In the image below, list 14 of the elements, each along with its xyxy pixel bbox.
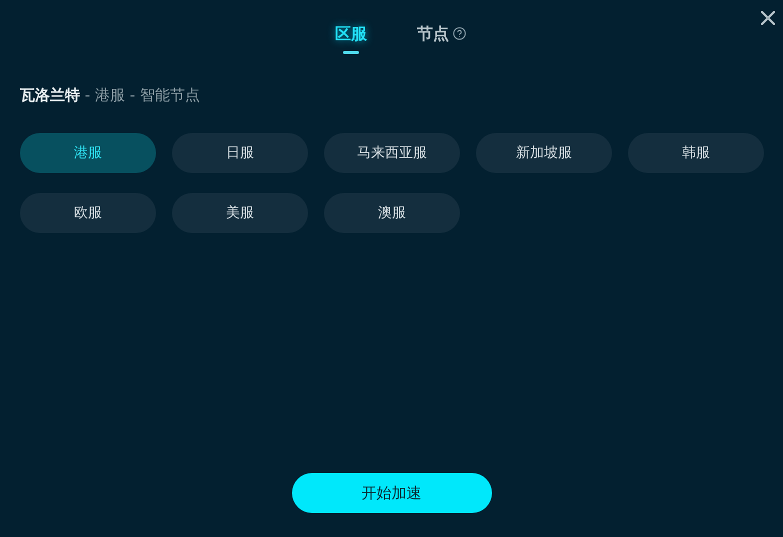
breadcrumb: 瓦洛兰特 - 港服 - 智能节点 xyxy=(20,86,201,106)
help-icon[interactable] xyxy=(453,27,466,40)
start-button[interactable]: 开始加速 xyxy=(292,473,492,513)
tab[interactable]: 区服 xyxy=(335,24,367,56)
server-button[interactable]: 澳服 xyxy=(324,193,460,233)
server-button[interactable]: 马来西亚服 xyxy=(324,133,460,173)
server-button[interactable]: 日服 xyxy=(172,133,308,173)
close-icon[interactable] xyxy=(761,11,775,25)
server-button[interactable]: 新加坡服 xyxy=(476,133,612,173)
server-button[interactable]: 美服 xyxy=(172,193,308,233)
server-button[interactable]: 韩服 xyxy=(628,133,764,173)
server-button[interactable]: 港服 xyxy=(20,133,156,173)
server-button[interactable]: 欧服 xyxy=(20,193,156,233)
tab[interactable]: 节点 xyxy=(417,24,466,56)
